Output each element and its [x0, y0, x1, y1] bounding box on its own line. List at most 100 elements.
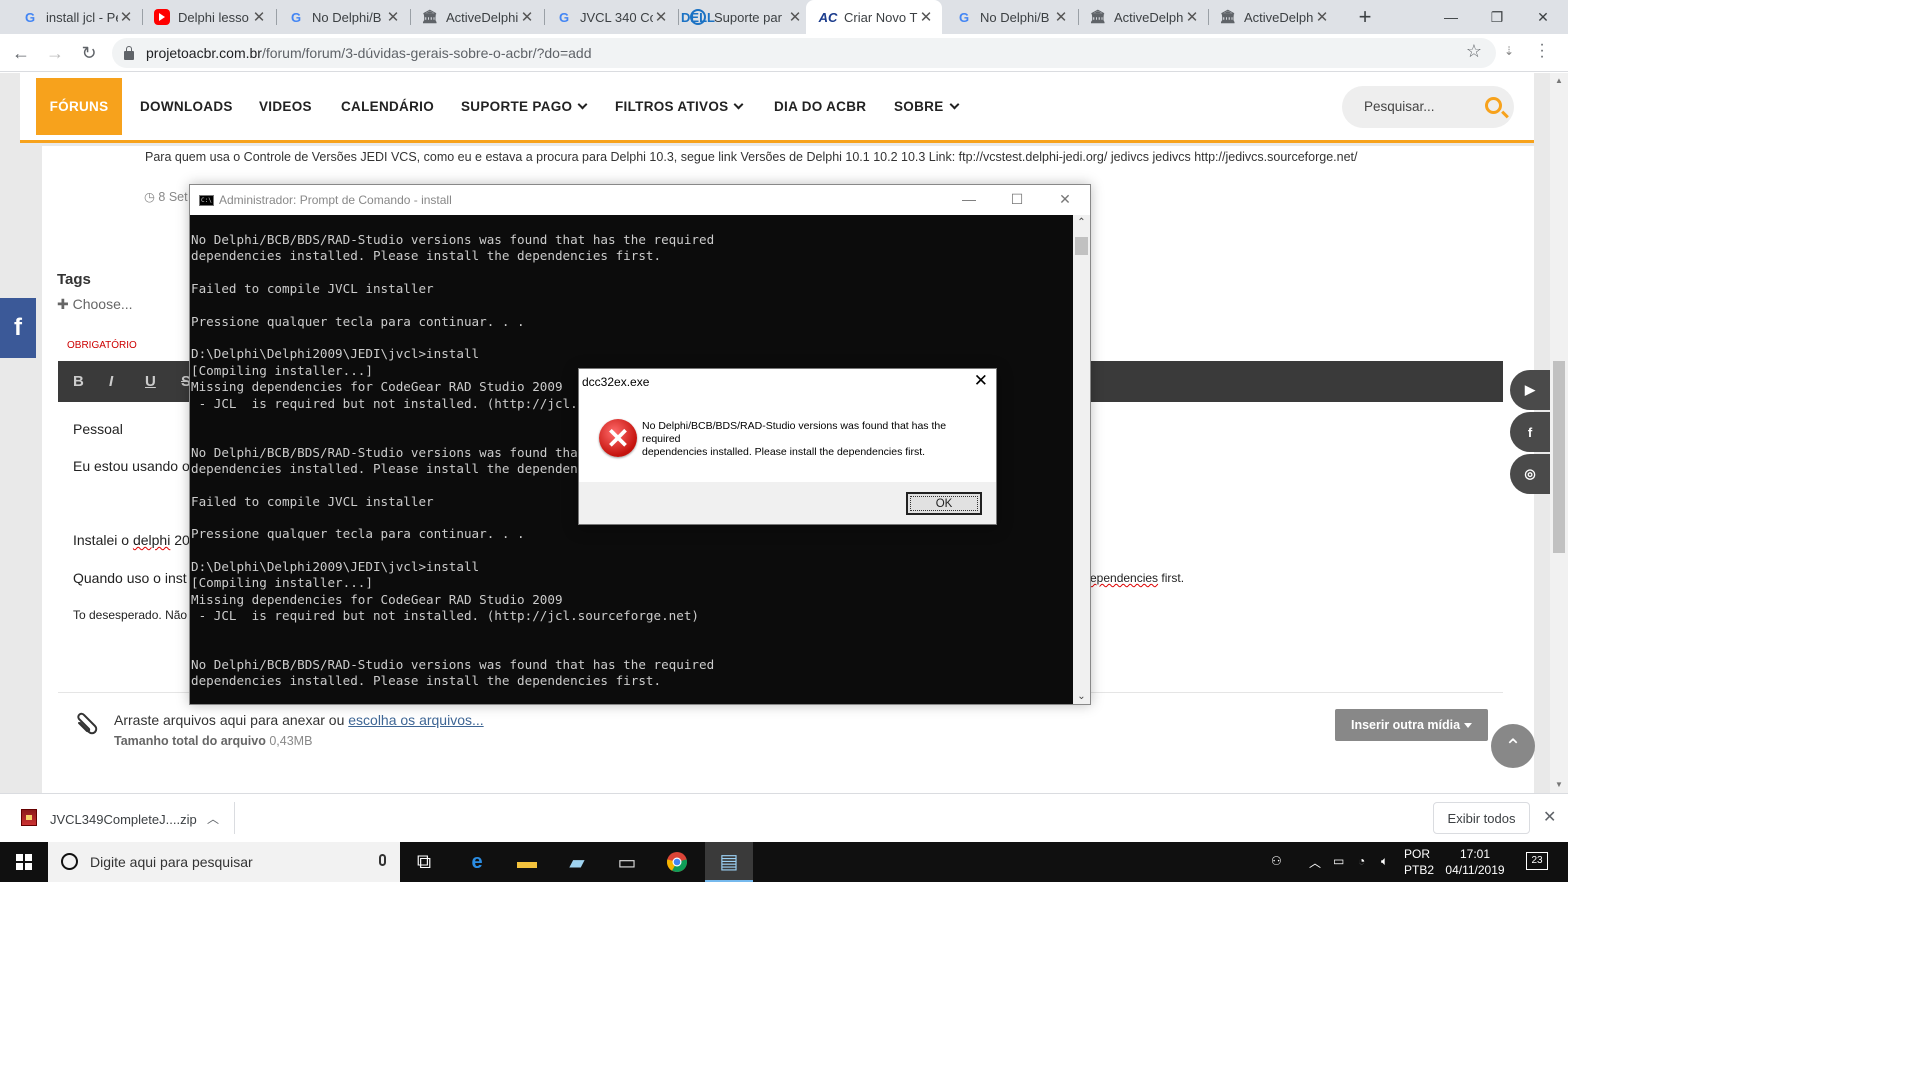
language-indicator[interactable]: POR PTB2	[1404, 846, 1434, 878]
close-icon[interactable]: ✕	[918, 8, 934, 26]
close-icon[interactable]: ✕	[787, 8, 803, 26]
tab-6[interactable]: DELL Suporte par ✕	[668, 0, 811, 34]
active-app-icon[interactable]: ▤	[705, 842, 753, 882]
facebook-icon[interactable]: f	[1510, 412, 1550, 452]
scroll-top-icon[interactable]: ⌃	[1491, 724, 1535, 768]
error-dialog[interactable]: dcc32ex.exe ✕ ✕ No Delphi/BCB/BDS/RAD-St…	[578, 368, 997, 525]
editor-line[interactable]: Pessoal	[73, 421, 123, 437]
tab-4[interactable]: 🏛 ActiveDelphi ✕	[400, 0, 543, 34]
scroll-down-arrow-icon[interactable]: ⌄	[1073, 691, 1090, 702]
file-explorer-icon[interactable]: ▬	[503, 842, 551, 882]
editor-line[interactable]: Instalei o delphi 20	[73, 532, 190, 548]
nav-sobre[interactable]: SOBRE	[894, 99, 959, 114]
ok-button[interactable]: OK	[906, 492, 982, 515]
edge-icon[interactable]: e	[453, 842, 501, 882]
close-icon[interactable]: ✕	[1314, 8, 1330, 26]
nav-suporte-pago[interactable]: SUPORTE PAGO	[461, 99, 588, 114]
scroll-thumb[interactable]	[1075, 237, 1088, 255]
tab-1[interactable]: G install jcl - Pe ✕	[0, 0, 142, 34]
clock[interactable]: 17:01 04/11/2019	[1440, 846, 1510, 878]
show-all-button[interactable]: Exibir todos	[1433, 802, 1530, 834]
tab-7-active[interactable]: AC Criar Novo T ✕	[806, 0, 942, 34]
divider	[234, 802, 235, 834]
google-icon: G	[290, 9, 302, 25]
download-file-name[interactable]: JVCL349CompleteJ....zip	[50, 812, 197, 827]
microphone-icon[interactable]	[379, 854, 386, 866]
choose-files-link[interactable]: escolha os arquivos...	[348, 712, 483, 728]
scroll-up-arrow-icon[interactable]: ⌃	[1073, 217, 1090, 228]
forward-arrow-icon[interactable]: →	[42, 40, 68, 66]
nav-forums[interactable]: FÓRUNS	[36, 78, 122, 135]
close-icon[interactable]: ✕	[385, 8, 401, 26]
scroll-down-arrow-icon[interactable]: ▼	[1550, 777, 1568, 793]
bookmark-star-icon[interactable]: ☆	[1466, 41, 1482, 62]
reload-icon[interactable]: ↻	[76, 40, 102, 66]
maximize-icon[interactable]: ☐	[1002, 191, 1032, 208]
close-icon[interactable]: ✕	[1053, 8, 1069, 26]
tab-5[interactable]: G JVCL 340 Co ✕	[534, 0, 677, 34]
nav-filtros-ativos[interactable]: FILTROS ATIVOS	[615, 99, 744, 114]
scroll-up-arrow-icon[interactable]: ▲	[1550, 73, 1568, 89]
chevron-up-icon[interactable]: ︿	[207, 810, 219, 827]
close-icon[interactable]: ✕	[519, 8, 535, 26]
windows-start-icon[interactable]	[0, 842, 48, 882]
notification-center-icon[interactable]: 23	[1526, 852, 1548, 870]
close-window-icon[interactable]: ✕	[1520, 0, 1566, 34]
back-arrow-icon[interactable]: ←	[8, 40, 34, 66]
close-icon[interactable]: ✕	[1543, 807, 1556, 827]
insert-media-button[interactable]: Inserir outra mídia	[1335, 709, 1488, 741]
address-bar[interactable]: projetoacbr.com.br/forum/forum/3-dúvidas…	[112, 38, 1496, 68]
lang-code: POR	[1404, 847, 1431, 861]
editor-line[interactable]: To desesperado. Não	[73, 608, 187, 622]
editor-line[interactable]: Eu estou usando o	[73, 458, 190, 474]
close-icon[interactable]: ✕	[251, 8, 267, 26]
chevron-up-icon[interactable]: ︿	[1309, 854, 1321, 871]
volume-icon[interactable]: 🔈︎	[1381, 854, 1388, 869]
italic-button[interactable]: I	[109, 373, 113, 390]
cmd-titlebar[interactable]: C:\ Administrador: Prompt de Comando - i…	[190, 185, 1090, 215]
tab-2[interactable]: Delphi lesso ✕	[132, 0, 275, 34]
underline-button[interactable]: U	[145, 373, 156, 390]
close-icon[interactable]: ✕	[1050, 191, 1080, 208]
cmd-scrollbar[interactable]: ⌃ ⌄	[1073, 215, 1090, 704]
search-icon[interactable]	[1485, 97, 1502, 114]
page-scrollbar[interactable]: ▲ ▼	[1550, 73, 1568, 793]
tab-3[interactable]: G No Delphi/B ✕	[266, 0, 409, 34]
instagram-icon[interactable]: ◎	[1510, 454, 1550, 494]
bold-button[interactable]: B	[73, 373, 84, 390]
scroll-thumb[interactable]	[1553, 361, 1565, 553]
search-placeholder: Pesquisar...	[1364, 99, 1435, 114]
site-search-input[interactable]: Pesquisar...	[1342, 86, 1514, 128]
notepad-icon[interactable]: ▰	[553, 842, 601, 882]
console-line: [Compiling installer...]	[191, 362, 373, 378]
task-view-icon[interactable]: ⧉	[400, 842, 448, 882]
facebook-share-icon[interactable]: f	[0, 298, 36, 358]
editor-line[interactable]: Quando uso o inst	[73, 570, 187, 586]
tab-9[interactable]: 🏛 ActiveDelphi ✕	[1068, 0, 1208, 34]
chrome-icon[interactable]	[653, 842, 701, 882]
nav-dia-do-acbr[interactable]: DIA DO ACBR	[774, 99, 866, 114]
nav-calendar[interactable]: CALENDÁRIO	[341, 99, 434, 114]
wifi-icon[interactable]: ◔	[1358, 854, 1365, 868]
close-icon[interactable]: ✕	[974, 371, 988, 391]
minimize-icon[interactable]: —	[1428, 0, 1474, 34]
minimize-icon[interactable]: —	[954, 191, 984, 207]
tab-8[interactable]: G No Delphi/B ✕	[934, 0, 1077, 34]
maximize-icon[interactable]: ❐	[1474, 0, 1520, 34]
close-icon[interactable]: ✕	[653, 8, 669, 26]
editor-line-tail[interactable]: ependencies first.	[1090, 571, 1184, 585]
taskbar-search-input[interactable]: Digite aqui para pesquisar	[48, 842, 400, 882]
cmd-taskbar-icon[interactable]: ▭	[603, 842, 651, 882]
cmd-icon: C:\	[199, 195, 214, 206]
new-tab-button[interactable]: +	[1352, 4, 1378, 30]
people-icon[interactable]: ⚇	[1271, 854, 1282, 868]
extension-icon[interactable]: ⇣	[1504, 44, 1514, 58]
nav-videos[interactable]: VIDEOS	[259, 99, 312, 114]
youtube-icon[interactable]: ▶	[1510, 370, 1550, 410]
battery-icon[interactable]: ▭	[1333, 854, 1344, 868]
tags-choose[interactable]: ✚ Choose...	[57, 296, 133, 313]
console-line: dependencies installed. Please install t…	[191, 673, 662, 689]
nav-downloads[interactable]: DOWNLOADS	[140, 99, 233, 114]
browser-menu-icon[interactable]: · · ·	[1536, 37, 1548, 65]
tab-10[interactable]: 🏛 ActiveDelphi ✕	[1198, 0, 1338, 34]
